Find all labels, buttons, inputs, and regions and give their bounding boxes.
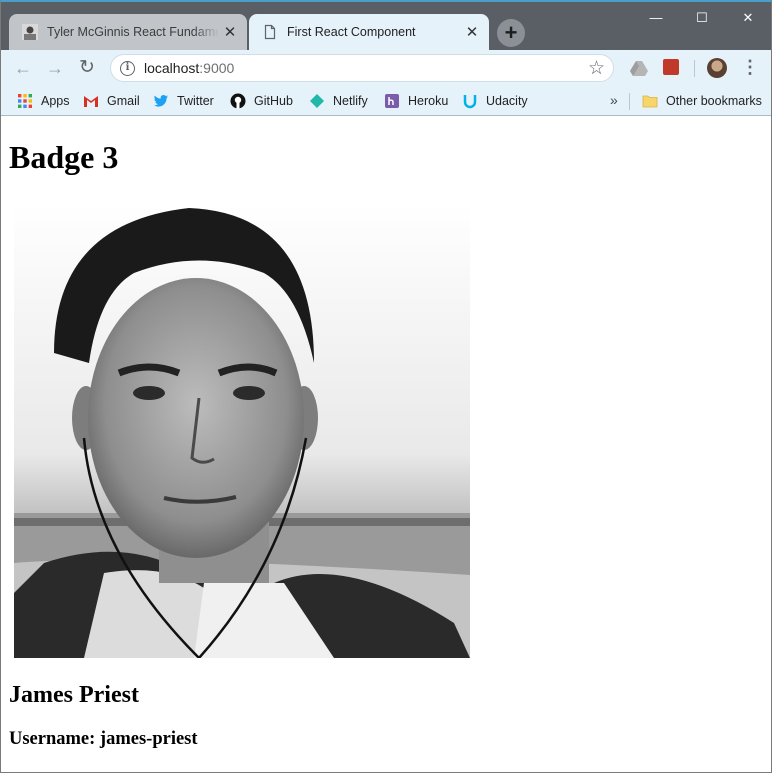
profile-photo-favicon-icon [22,24,38,40]
bookmark-label: Other bookmarks [666,94,762,108]
new-tab-button[interactable]: + [497,19,525,47]
document-icon [264,24,276,40]
bookmark-apps[interactable]: Apps [17,92,70,110]
bookmark-label: Twitter [177,94,214,108]
bookmark-label: Gmail [107,94,140,108]
bookmark-label: Apps [41,94,70,108]
bookmarks-divider [629,93,630,110]
tab-title: First React Component [287,25,416,39]
browser-menu-icon[interactable]: ⋮ [741,56,759,78]
apps-grid-icon [18,94,32,108]
browser-window: Tyler McGinnis React Fundamentals ✕ Firs… [0,0,772,773]
forward-arrow-icon[interactable]: → [43,56,67,80]
github-icon [230,93,246,109]
profile-avatar[interactable] [707,58,727,78]
netlify-icon [310,94,324,108]
twitter-icon [154,95,168,107]
gmail-icon [84,96,98,107]
address-bar[interactable]: i localhost:9000 ☆ [110,54,614,82]
maximize-window-button[interactable]: ☐ [679,4,725,32]
url-text[interactable]: localhost:9000 [144,60,234,76]
bookmark-netlify[interactable]: Netlify [309,92,368,110]
toolbar-divider [694,60,695,77]
bookmark-label: Udacity [486,94,528,108]
google-drive-extension-icon[interactable] [630,60,648,76]
bookmark-heroku[interactable]: Heroku [384,92,448,110]
badge-name: James Priest [9,682,139,708]
bookmark-label: GitHub [254,94,293,108]
tab-strip: Tyler McGinnis React Fundamentals ✕ Firs… [1,2,771,50]
heroku-icon [385,94,399,108]
bookmarks-bar: Apps Gmail Twitter GitHub Netlify Heroku… [1,86,771,116]
extension-icon[interactable] [663,59,679,75]
udacity-icon [463,95,477,109]
minimize-window-button[interactable]: — [633,4,679,32]
url-host: localhost [144,60,200,76]
reload-icon[interactable]: ↻ [75,56,99,80]
close-window-button[interactable]: ✕ [725,4,771,32]
bookmark-gmail[interactable]: Gmail [83,92,140,110]
bookmark-github[interactable]: GitHub [230,92,293,110]
url-port: :9000 [199,60,235,76]
bookmark-label: Heroku [408,94,449,108]
bookmark-udacity[interactable]: Udacity [462,92,528,110]
tab-title: Tyler McGinnis React Fundamentals [47,25,219,39]
browser-toolbar: ← → ↻ i localhost:9000 ☆ ⋮ [1,50,771,86]
back-arrow-icon[interactable]: ← [11,56,35,80]
bookmark-star-icon[interactable]: ☆ [588,57,605,80]
page-viewport: Badge 3 James Priest Username: james-pri… [1,117,771,772]
close-tab-icon[interactable]: ✕ [461,23,483,41]
profile-photo [14,203,470,658]
bookmark-twitter[interactable]: Twitter [153,92,214,110]
folder-icon [642,95,658,108]
site-info-icon[interactable]: i [120,61,135,76]
page-title: Badge 3 [9,139,119,175]
bookmark-label: Netlify [333,94,368,108]
bookmarks-overflow-icon[interactable]: » [610,92,618,108]
tab-tyler-mcginnis[interactable]: Tyler McGinnis React Fundamentals ✕ [9,14,247,50]
bookmark-other-bookmarks[interactable]: Other bookmarks [642,92,762,110]
tab-first-react-component[interactable]: First React Component ✕ [249,14,489,50]
badge-username: Username: james-priest [9,729,198,749]
close-tab-icon[interactable]: ✕ [219,23,241,41]
